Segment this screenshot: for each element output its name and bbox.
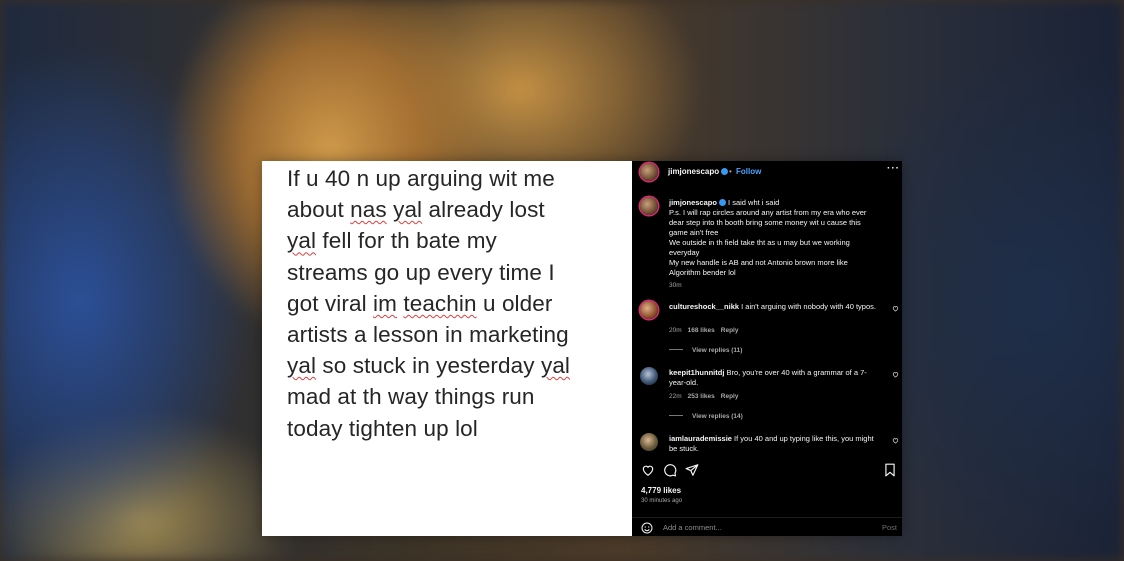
instagram-post-card: If u 40 n up arguing wit me about nas yal…: [262, 161, 902, 536]
avatar[interactable]: [640, 433, 658, 451]
text-segment: today tighten up lol: [287, 415, 478, 441]
comment-likes[interactable]: 168 likes: [688, 327, 715, 334]
text-segment: streams go up every time I: [287, 259, 555, 285]
misspelled-word: yal: [287, 228, 317, 254]
comment-meta: 20m 168 likes Reply: [669, 327, 744, 334]
add-comment-input[interactable]: Add a comment...: [663, 523, 722, 532]
caption-line: We outside in th field take tht as u may…: [669, 238, 850, 247]
post-text-line: streams go up every time I: [287, 257, 632, 288]
text-segment: about: [287, 197, 351, 223]
avatar[interactable]: [640, 163, 658, 181]
avatar[interactable]: [640, 197, 658, 215]
replies-divider: [669, 415, 683, 416]
text-segment: If u 40 n up arguing wit me: [287, 166, 555, 191]
posted-time: 30 minutes ago: [641, 498, 683, 504]
add-comment-bar: Add a comment... Post: [632, 517, 902, 536]
more-options-icon[interactable]: ···: [887, 163, 900, 174]
caption-username[interactable]: jimjonescapo: [669, 198, 717, 207]
post-image-text: If u 40 n up arguing wit me about nas yal…: [287, 163, 632, 444]
heart-icon[interactable]: [892, 437, 899, 444]
comment-time: 20m: [669, 327, 682, 334]
avatar[interactable]: [640, 367, 658, 385]
caption-first-line: I said wht i said: [728, 198, 780, 207]
view-replies-button[interactable]: View replies (11): [669, 347, 742, 354]
caption-body: jimjonescapo I said wht i said P.s. I wi…: [669, 198, 887, 291]
post-text-line: yal fell for th bate my: [287, 225, 632, 256]
misspelled-word: nas: [350, 197, 387, 223]
post-text-line: got viral im teachin u older: [287, 288, 632, 319]
post-text-line: mad at th way things run: [287, 381, 632, 412]
text-segment: got viral: [287, 290, 374, 316]
caption-line: P.s. I will rap circles around any artis…: [669, 208, 867, 217]
reply-button[interactable]: Reply: [721, 393, 739, 400]
comment-meta: 22m 253 likes Reply: [669, 393, 744, 400]
caption-line: dear step into th booth bring some money…: [669, 218, 861, 227]
verified-badge-icon: [721, 168, 729, 175]
misspelled-word: yal: [540, 353, 571, 379]
post-text-line: yal so stuck in yesterday yal: [287, 350, 632, 381]
post-side-panel: jimjonescapo • Follow ··· jimjonescapo I…: [632, 161, 902, 536]
text-segment: fell for th bate my: [316, 228, 497, 254]
comment-time: 22m: [669, 393, 682, 400]
text-segment: so stuck in yesterday: [316, 353, 541, 379]
comment-text: cultureshock__nikk I ain't arguing with …: [669, 302, 881, 312]
view-replies-label[interactable]: View replies (14): [692, 413, 743, 420]
misspelled-word: teachin: [403, 290, 477, 316]
caption-line: Algorithm bender lol: [669, 268, 736, 277]
replies-divider: [669, 349, 683, 350]
comment-text: keepit1hunnitdj Bro, you're over 40 with…: [669, 368, 881, 388]
post-image: If u 40 n up arguing wit me about nas yal…: [262, 161, 632, 536]
post-text-line: today tighten up lol: [287, 413, 632, 444]
view-replies-button[interactable]: View replies (14): [669, 413, 743, 420]
username-link[interactable]: jimjonescapo: [668, 167, 719, 176]
post-text-line: If u 40 n up arguing wit me: [287, 163, 632, 194]
text-segment: u older: [476, 290, 553, 316]
action-bar: [632, 461, 902, 479]
comment-text: iamlaurademissie If you 40 and up typing…: [669, 434, 881, 454]
post-comment-button[interactable]: Post: [882, 523, 897, 532]
comment-likes[interactable]: 253 likes: [688, 393, 715, 400]
text-segment: artists a lesson in marketing: [287, 322, 569, 348]
caption-line: game ain't free: [669, 228, 719, 237]
comment-username[interactable]: iamlaurademissie: [669, 434, 732, 443]
emoji-icon[interactable]: [641, 522, 653, 534]
heart-icon[interactable]: [641, 463, 655, 477]
post-header: jimjonescapo • Follow ···: [632, 161, 902, 183]
likes-count[interactable]: 4,779 likes: [641, 486, 681, 495]
post-text-line: artists a lesson in marketing: [287, 319, 632, 350]
misspelled-word: yal: [287, 353, 317, 379]
view-replies-label[interactable]: View replies (11): [692, 347, 742, 354]
misspelled-word: im: [373, 290, 397, 316]
share-icon[interactable]: [685, 463, 699, 477]
reply-button[interactable]: Reply: [721, 327, 739, 334]
comment-body: I ain't arguing with nobody with 40 typo…: [741, 302, 876, 311]
comment-username[interactable]: cultureshock__nikk: [669, 302, 739, 311]
text-segment: already lost: [422, 197, 545, 223]
bookmark-icon[interactable]: [883, 463, 897, 477]
caption-line: My new handle is AB and not Antonio brow…: [669, 258, 848, 267]
heart-icon[interactable]: [892, 305, 899, 312]
comment-icon[interactable]: [663, 463, 677, 477]
follow-button[interactable]: Follow: [736, 167, 761, 176]
heart-icon[interactable]: [892, 371, 899, 378]
caption-line: everyday: [669, 248, 700, 257]
separator-dot: •: [729, 167, 732, 176]
verified-badge-icon: [718, 199, 726, 206]
avatar[interactable]: [640, 301, 658, 319]
text-segment: mad at th way things run: [287, 384, 535, 410]
header-username[interactable]: jimjonescapo: [668, 167, 729, 176]
post-text-line: about nas yal already lost: [287, 194, 632, 225]
comment-username[interactable]: keepit1hunnitdj: [669, 368, 724, 377]
caption-time: 30m: [669, 282, 682, 289]
misspelled-word: yal: [393, 197, 423, 223]
